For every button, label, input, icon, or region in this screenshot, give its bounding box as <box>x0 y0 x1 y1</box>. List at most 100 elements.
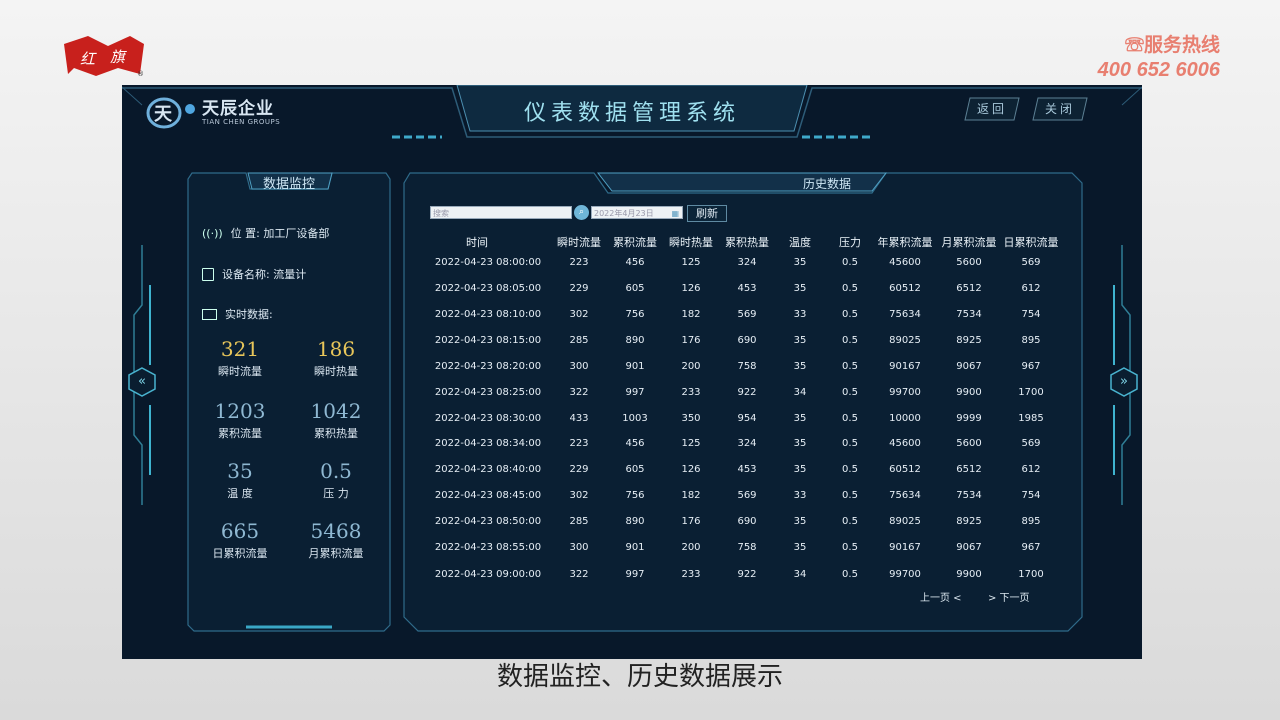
table-cell: 60512 <box>889 283 921 294</box>
search-input[interactable]: 搜索 <box>430 206 572 219</box>
metric-pressure: 0.5 压 力 <box>288 459 384 501</box>
table-cell: 0.5 <box>842 438 858 449</box>
system-title: 仪表数据管理系统 <box>523 101 740 126</box>
table-cell: 895 <box>1021 516 1041 527</box>
metric-value: 186 <box>316 337 356 361</box>
calendar-icon: ▦ <box>671 209 679 218</box>
brand: 天 天辰企业 TIAN CHEN GROUPS <box>146 93 280 133</box>
metric-label: 日累积流量 <box>212 547 268 560</box>
col-monthly-flow: 月累积流量 <box>941 236 997 249</box>
metric-temperature: 35 温 度 <box>192 459 288 501</box>
table-cell: 922 <box>737 387 757 398</box>
table-cell: 0.5 <box>842 569 858 580</box>
table-cell: 1700 <box>1018 569 1044 580</box>
slide-caption: 数据监控、历史数据展示 <box>496 662 783 692</box>
table-cell: 302 <box>569 490 589 501</box>
table-cell: 35 <box>793 361 807 372</box>
svg-text:红: 红 <box>80 50 97 68</box>
table-row: 2022-04-23 08:15:00 285 890 176 690 35 0.5 8902… <box>402 329 1062 353</box>
table-cell: 35 <box>793 516 807 527</box>
table-cell: 7534 <box>956 309 982 320</box>
device-row: 设备名称: 流量计 <box>202 266 306 282</box>
col-time: 时间 <box>466 236 488 249</box>
table-row: 2022-04-23 08:34:00 223 456 125 324 35 0.5 4560… <box>402 432 1062 456</box>
table-cell: 456 <box>625 257 645 268</box>
table-cell: 229 <box>569 464 589 475</box>
metric-total-heat: 1042 累积热量 <box>288 399 384 441</box>
hotline: ☏服务热线 400 652 6006 <box>1098 34 1220 82</box>
brand-subtitle: TIAN CHEN GROUPS <box>202 118 281 126</box>
table-cell: 89025 <box>889 516 921 527</box>
svg-text:旗: 旗 <box>110 48 127 66</box>
table-cell: 967 <box>1021 542 1041 553</box>
table-cell: 0.5 <box>842 516 858 527</box>
table-cell: 35 <box>793 464 807 475</box>
table-cell: 9067 <box>956 361 982 372</box>
table-cell: 754 <box>1021 309 1041 320</box>
app-window: 天 天辰企业 TIAN CHEN GROUPS 仪表数据管理系统 返回 关闭 «… <box>122 85 1142 659</box>
table-cell: 223 <box>569 438 589 449</box>
prev-page-button[interactable]: 上一页 < <box>920 589 962 604</box>
hotline-number: 400 652 6006 <box>1097 59 1220 81</box>
metric-label: 月累积流量 <box>308 547 364 560</box>
metric-label: 瞬时流量 <box>218 365 262 378</box>
table-row: 2022-04-23 09:00:00 322 997 233 922 34 0.5 9970… <box>402 563 1062 587</box>
search-icon[interactable]: ⌕ <box>574 205 589 220</box>
table-cell: 126 <box>681 283 701 294</box>
table-cell: 1003 <box>622 413 648 424</box>
table-cell: 6512 <box>956 283 982 294</box>
back-button[interactable]: 返回 <box>964 97 1020 121</box>
prev-nav-button[interactable]: « <box>127 367 157 397</box>
table-cell: 901 <box>625 361 645 372</box>
table-cell: 569 <box>1021 257 1041 268</box>
metric-value: 35 <box>227 459 253 483</box>
metric-value: 5468 <box>310 519 362 543</box>
table-cell: 324 <box>737 438 757 449</box>
table-cell: 2022-04-23 08:00:00 <box>434 257 542 268</box>
table-cell: 89025 <box>889 335 921 346</box>
table-cell: 229 <box>569 283 589 294</box>
table-cell: 300 <box>569 361 589 372</box>
table-row: 2022-04-23 08:30:00 433 1003 350 954 35 0.5 100… <box>402 407 1062 431</box>
table-cell: 0.5 <box>842 464 858 475</box>
table-cell: 758 <box>737 361 757 372</box>
table-cell: 350 <box>681 413 701 424</box>
table-cell: 7534 <box>956 490 982 501</box>
table-cell: 605 <box>625 283 645 294</box>
table-cell: 34 <box>793 569 807 580</box>
table-cell: 0.5 <box>842 361 858 372</box>
table-cell: 8925 <box>956 516 982 527</box>
table-cell: 75634 <box>889 309 921 320</box>
table-cell: 60512 <box>889 464 921 475</box>
date-picker[interactable]: 2022年4月23日 ▦ <box>591 206 683 219</box>
metric-label: 累积热量 <box>314 427 358 440</box>
table-cell: 10000 <box>889 413 921 424</box>
table-cell: 5600 <box>956 257 982 268</box>
col-pressure: 压力 <box>839 236 861 249</box>
monitor-title: 数据监控 <box>262 177 315 192</box>
table-cell: 0.5 <box>842 309 858 320</box>
metric-label: 温 度 <box>227 487 253 500</box>
double-left-arrow-icon: « <box>138 374 146 389</box>
table-cell: 0.5 <box>842 283 858 294</box>
table-cell: 967 <box>1021 361 1041 372</box>
metric-label: 压 力 <box>323 487 349 500</box>
table-cell: 33 <box>793 490 807 501</box>
next-page-button[interactable]: > 下一页 <box>988 589 1030 604</box>
table-cell: 176 <box>681 335 701 346</box>
realtime-label: 实时数据: <box>225 308 273 321</box>
col-instant-heat: 瞬时热量 <box>669 236 713 249</box>
table-cell: 90167 <box>889 361 921 372</box>
table-cell: 33 <box>793 309 807 320</box>
table-cell: 0.5 <box>842 387 858 398</box>
metric-value: 1203 <box>214 399 266 423</box>
col-total-heat: 累积热量 <box>725 236 769 249</box>
table-cell: 200 <box>681 542 701 553</box>
table-cell: 5600 <box>956 438 982 449</box>
close-button[interactable]: 关闭 <box>1032 97 1088 121</box>
brand-name: 天辰企业 <box>202 99 274 119</box>
table-cell: 302 <box>569 309 589 320</box>
signal-icon: ((·)) <box>202 226 223 240</box>
next-nav-button[interactable]: » <box>1109 367 1139 397</box>
refresh-button[interactable]: 刷新 <box>687 205 727 222</box>
